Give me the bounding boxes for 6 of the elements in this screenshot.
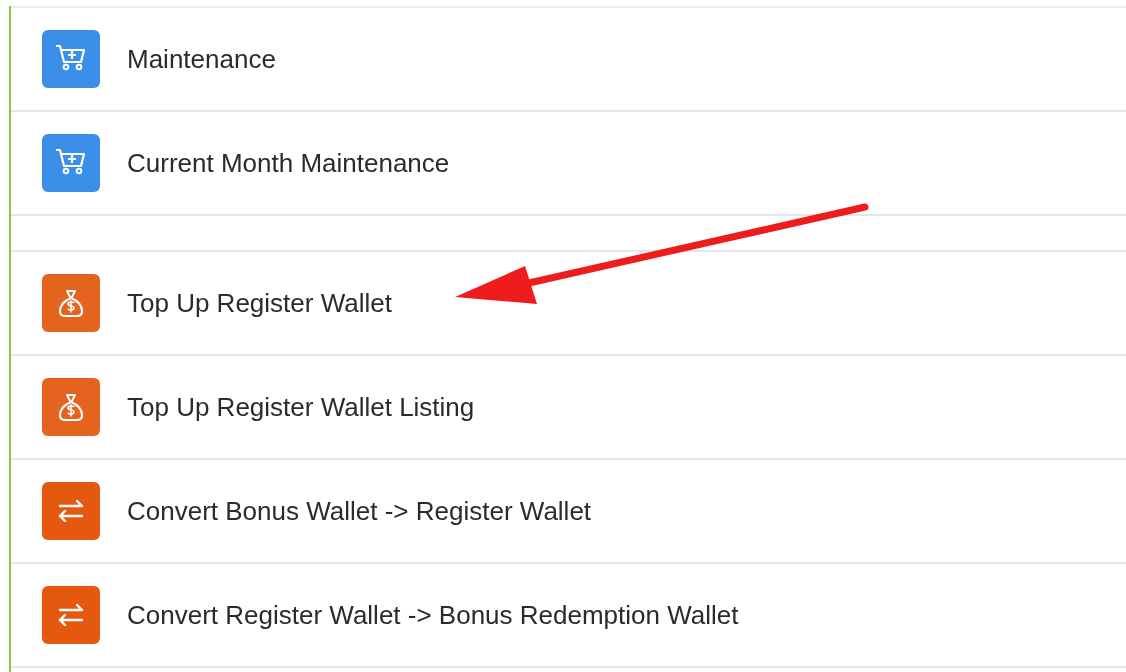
menu-link[interactable]: Top Up Register Wallet bbox=[127, 283, 392, 323]
menu-link[interactable]: Maintenance bbox=[127, 39, 276, 79]
menu-link[interactable]: Convert Bonus Wallet -> Register Wallet bbox=[127, 491, 592, 531]
menu-link[interactable]: Top Up Register Wallet Listing bbox=[127, 387, 475, 427]
menu-link[interactable]: Current Month Maintenance bbox=[127, 143, 450, 183]
menu-link[interactable]: Convert Register Wallet -> Bonus Redemption Wallet bbox=[127, 595, 739, 635]
